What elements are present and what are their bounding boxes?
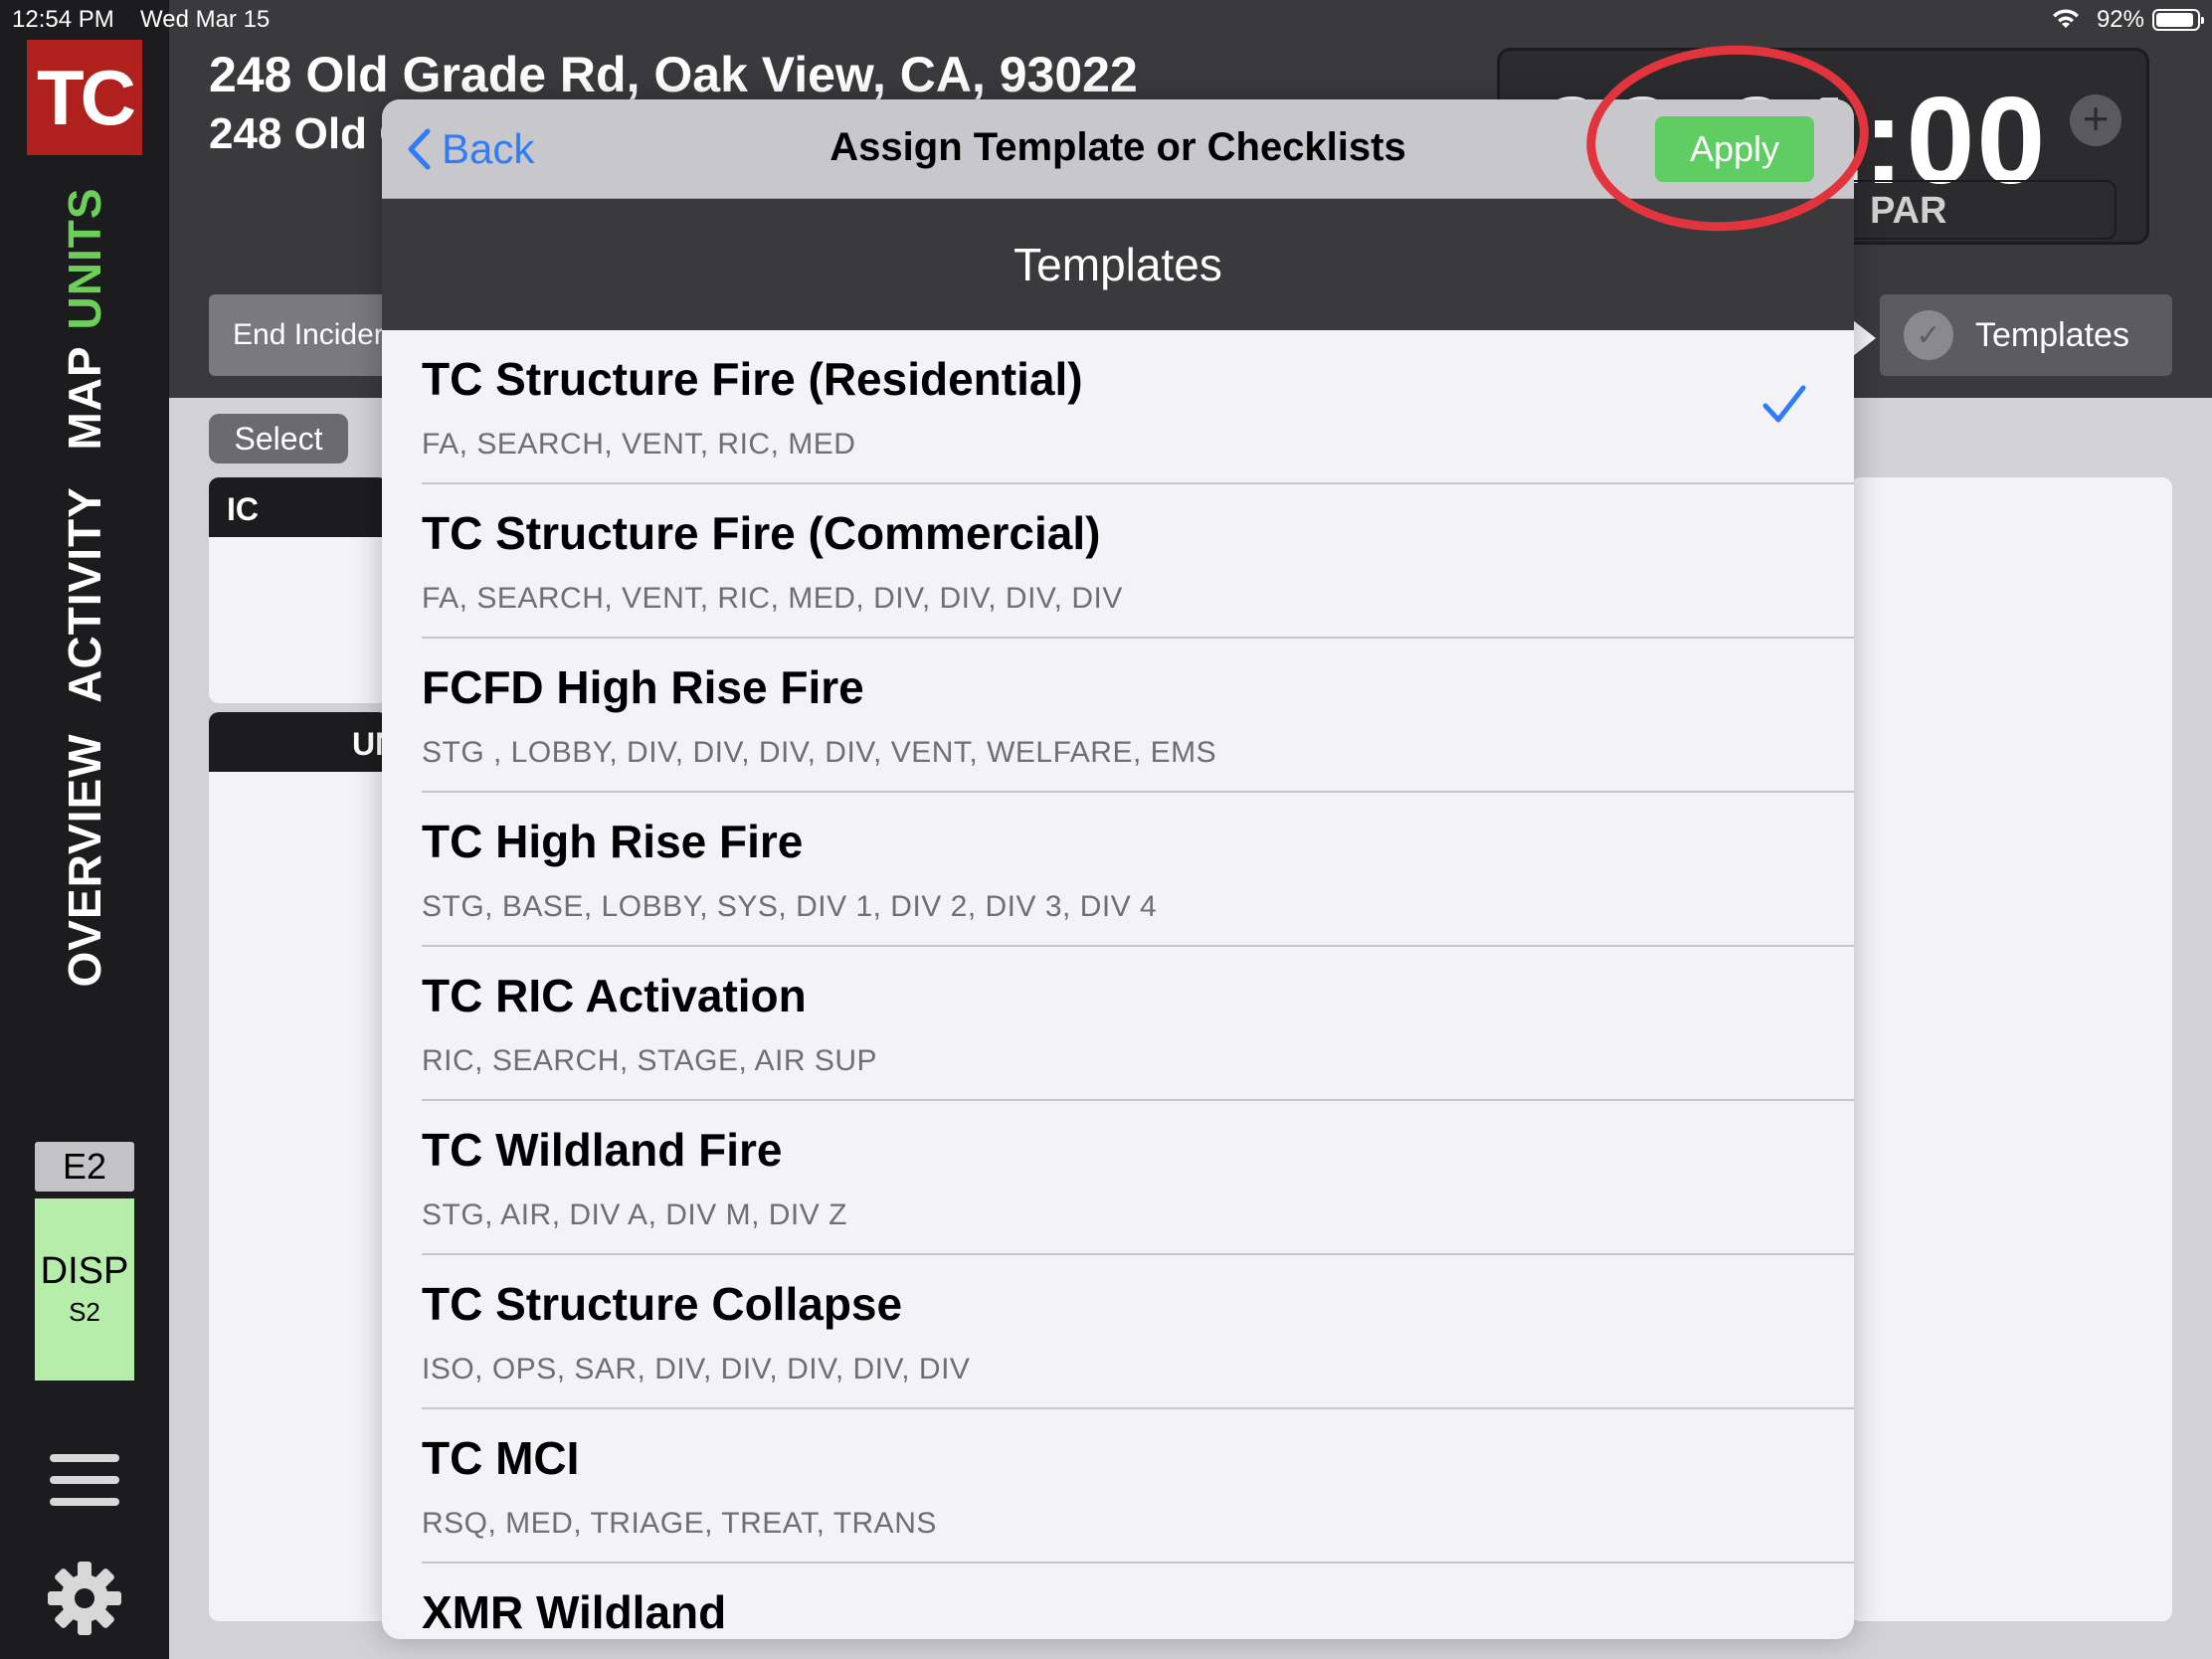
tab-map[interactable]: MAP	[58, 345, 111, 450]
incident-address-sub: 248 Old G	[209, 109, 403, 158]
right-panel	[1850, 477, 2172, 1621]
template-name: TC MCI	[422, 1432, 580, 1484]
hamburger-menu-icon[interactable]	[50, 1454, 119, 1506]
template-subtitle: RIC, SEARCH, STAGE, AIR SUP	[422, 1044, 878, 1077]
unit-status: DISP	[40, 1250, 129, 1292]
tab-activity[interactable]: ACTIVITY	[58, 486, 111, 703]
ic-panel: IC	[209, 477, 388, 703]
gear-icon[interactable]	[46, 1560, 123, 1637]
template-item[interactable]: XMR Wildland	[382, 1564, 1854, 1639]
status-bar: 12:54 PM Wed Mar 15 92%	[0, 0, 2212, 40]
template-subtitle: STG , LOBBY, DIV, DIV, DIV, DIV, VENT, W…	[422, 736, 1217, 769]
timer-add-button[interactable]: +	[2070, 94, 2121, 146]
chevron-left-icon	[408, 128, 431, 170]
check-circle-icon: ✓	[1904, 310, 1953, 360]
end-incident-button[interactable]: End Inciden	[209, 294, 408, 376]
checkmark-icon	[1762, 385, 1806, 423]
unit-card[interactable]: DISP S2	[35, 1198, 134, 1381]
template-item[interactable]: TC High Rise Fire STG, BASE, LOBBY, SYS,…	[382, 793, 1854, 947]
template-name: FCFD High Rise Fire	[422, 661, 864, 713]
template-subtitle: ISO, OPS, SAR, DIV, DIV, DIV, DIV, DIV	[422, 1353, 971, 1385]
template-list: TC Structure Fire (Residential) FA, SEAR…	[382, 330, 1854, 1639]
select-button[interactable]: Select	[209, 414, 348, 463]
ic-panel-header: IC	[209, 477, 388, 537]
template-subtitle: STG, AIR, DIV A, DIV M, DIV Z	[422, 1198, 847, 1231]
battery-icon	[2152, 9, 2204, 31]
app-logo: TC	[27, 40, 142, 155]
tab-units[interactable]: UNITS	[58, 188, 111, 330]
assign-template-modal: Back Assign Template or Checklists Apply…	[382, 99, 1854, 1639]
back-button[interactable]: Back	[406, 121, 534, 177]
template-item[interactable]: TC Structure Fire (Residential) FA, SEAR…	[382, 330, 1854, 484]
back-label: Back	[442, 125, 535, 172]
template-name: TC Structure Collapse	[422, 1278, 903, 1330]
template-item[interactable]: TC Structure Collapse ISO, OPS, SAR, DIV…	[382, 1255, 1854, 1409]
template-subtitle: FA, SEARCH, VENT, RIC, MED	[422, 428, 856, 461]
templates-button-label: Templates	[1975, 315, 2129, 354]
template-name: TC Structure Fire (Residential)	[422, 353, 1083, 405]
templates-section-header: Templates	[382, 199, 1854, 330]
status-date: Wed Mar 15	[140, 6, 271, 33]
template-name: TC RIC Activation	[422, 970, 807, 1021]
template-subtitle: STG, BASE, LOBBY, SYS, DIV 1, DIV 2, DIV…	[422, 890, 1158, 923]
template-subtitle: FA, SEARCH, VENT, RIC, MED, DIV, DIV, DI…	[422, 582, 1123, 615]
template-name: TC Structure Fire (Commercial)	[422, 507, 1101, 559]
template-item[interactable]: FCFD High Rise Fire STG , LOBBY, DIV, DI…	[382, 639, 1854, 793]
tab-overview[interactable]: OVERVIEW	[58, 733, 111, 987]
template-name: TC High Rise Fire	[422, 816, 804, 867]
template-name: TC Wildland Fire	[422, 1124, 783, 1176]
template-name: XMR Wildland	[422, 1586, 727, 1638]
units-panel-header: UN	[209, 712, 388, 772]
template-subtitle: RSQ, MED, TRIAGE, TREAT, TRANS	[422, 1507, 937, 1540]
wifi-icon	[2053, 9, 2079, 28]
templates-button[interactable]: ✓ Templates	[1880, 294, 2172, 376]
status-time: 12:54 PM	[12, 6, 114, 33]
template-item[interactable]: TC RIC Activation RIC, SEARCH, STAGE, AI…	[382, 947, 1854, 1101]
units-panel: UN	[209, 712, 388, 1621]
battery-percent: 92%	[2096, 6, 2144, 33]
unit-label[interactable]: E2	[35, 1142, 134, 1192]
template-item[interactable]: TC Wildland Fire STG, AIR, DIV A, DIV M,…	[382, 1101, 1854, 1255]
template-item[interactable]: TC MCI RSQ, MED, TRIAGE, TREAT, TRANS	[382, 1409, 1854, 1564]
template-item[interactable]: TC Structure Fire (Commercial) FA, SEARC…	[382, 484, 1854, 639]
incident-address: 248 Old Grade Rd, Oak View, CA, 93022	[209, 47, 1138, 102]
sidebar: TC UNITS MAP ACTIVITY OVERVIEW E2 DISP S…	[0, 0, 169, 1659]
unit-sub: S2	[69, 1297, 100, 1327]
